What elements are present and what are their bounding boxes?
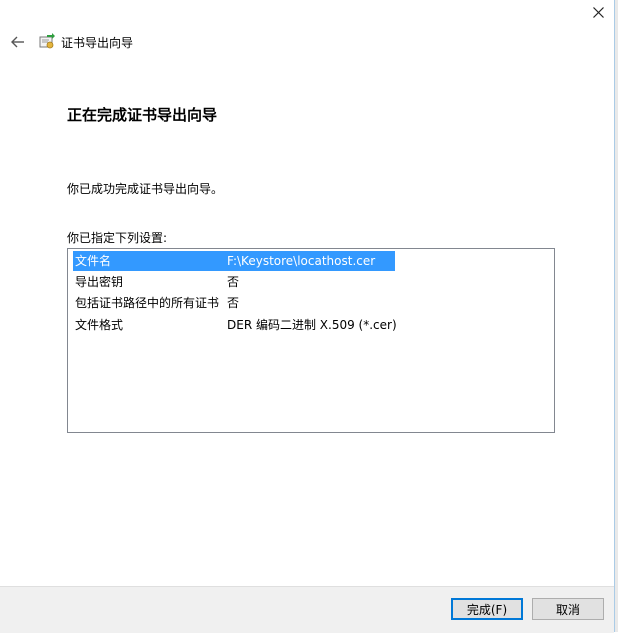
settings-label: 你已指定下列设置: — [67, 231, 168, 245]
setting-name: 包括证书路径中的所有证书 — [75, 296, 220, 310]
setting-value: 否 — [227, 275, 240, 289]
setting-value: 否 — [227, 296, 240, 310]
settings-list[interactable]: 文件名 F:\Keystore\locathost.cer 导出密钥 否 包括证… — [67, 248, 555, 433]
wizard-window: 证书导出向导 正在完成证书导出向导 你已成功完成证书导出向导。 你已指定下列设置… — [0, 0, 615, 633]
window-title: 证书导出向导 — [61, 36, 134, 50]
finish-button[interactable]: 完成(F) — [451, 598, 523, 620]
list-item-include-chain[interactable]: 包括证书路径中的所有证书 否 — [73, 293, 543, 313]
setting-value: DER 编码二进制 X.509 (*.cer) — [227, 318, 397, 332]
list-item-file-format[interactable]: 文件格式 DER 编码二进制 X.509 (*.cer) — [73, 315, 543, 335]
list-item-filename[interactable]: 文件名 F:\Keystore\locathost.cer — [73, 251, 395, 271]
back-arrow-icon — [11, 36, 24, 48]
certificate-icon — [38, 33, 56, 51]
setting-name: 文件格式 — [75, 318, 124, 332]
success-message: 你已成功完成证书导出向导。 — [67, 182, 224, 196]
cancel-button[interactable]: 取消 — [532, 598, 604, 620]
close-icon — [592, 7, 604, 18]
page-heading: 正在完成证书导出向导 — [67, 106, 218, 124]
setting-name: 导出密钥 — [75, 275, 124, 289]
list-item-export-key[interactable]: 导出密钥 否 — [73, 272, 543, 292]
back-button[interactable] — [8, 32, 28, 52]
close-button[interactable] — [582, 2, 614, 24]
button-bar: 完成(F) 取消 — [0, 586, 614, 633]
setting-value: F:\Keystore\locathost.cer — [227, 254, 376, 268]
setting-name: 文件名 — [75, 254, 112, 268]
